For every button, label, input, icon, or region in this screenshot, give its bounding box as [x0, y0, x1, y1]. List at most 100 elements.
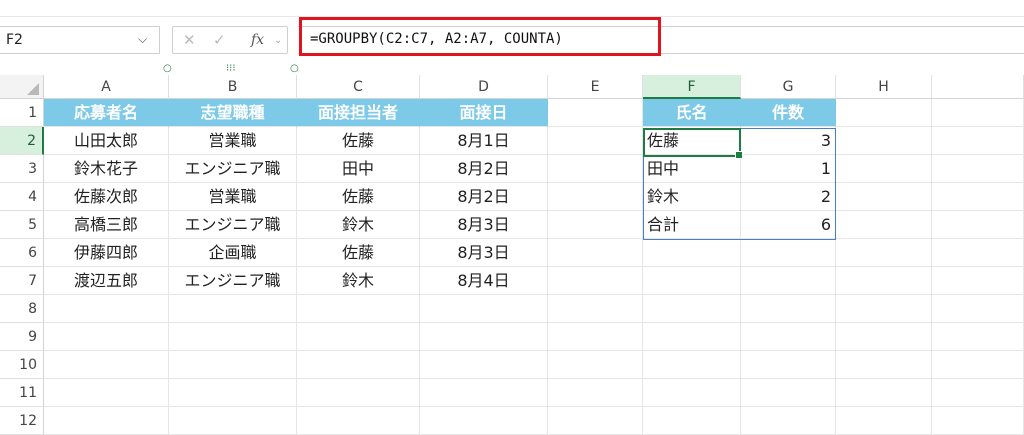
table-cell[interactable]: 企画職 — [169, 239, 297, 267]
table-cell[interactable]: 鈴木 — [297, 211, 420, 239]
table-cell[interactable]: 8月4日 — [420, 267, 548, 295]
cell[interactable] — [297, 351, 420, 379]
result-header-g[interactable]: 件数 — [741, 99, 836, 127]
cell[interactable] — [932, 183, 1024, 211]
table-cell[interactable]: 8月1日 — [420, 127, 548, 155]
result-count-cell[interactable]: 3 — [741, 127, 836, 155]
result-name-cell[interactable]: 鈴木 — [643, 183, 741, 211]
cell[interactable] — [741, 407, 836, 435]
cell[interactable] — [44, 351, 169, 379]
row-header-9[interactable]: 9 — [0, 323, 44, 351]
table-cell[interactable]: 伊藤四郎 — [44, 239, 169, 267]
cell[interactable] — [836, 267, 932, 295]
insert-function-icon[interactable]: fx — [251, 32, 264, 48]
resize-handle-grip-icon[interactable]: ⁝⁝⁝ — [226, 63, 236, 74]
cell[interactable] — [169, 379, 297, 407]
result-count-cell[interactable]: 6 — [741, 211, 836, 239]
table-header-d[interactable]: 面接日 — [420, 99, 548, 127]
cell[interactable] — [932, 323, 1024, 351]
cell[interactable] — [420, 407, 548, 435]
table-cell[interactable]: 高橋三郎 — [44, 211, 169, 239]
column-header-e[interactable]: E — [548, 75, 643, 99]
cell[interactable] — [643, 379, 741, 407]
row-header-7[interactable]: 7 — [0, 267, 44, 295]
cell[interactable] — [836, 183, 932, 211]
table-cell[interactable]: 8月3日 — [420, 211, 548, 239]
table-cell[interactable]: 営業職 — [169, 127, 297, 155]
table-cell[interactable]: 渡辺五郎 — [44, 267, 169, 295]
cell[interactable] — [297, 407, 420, 435]
cell[interactable] — [44, 379, 169, 407]
result-name-cell[interactable]: 佐藤 — [643, 127, 741, 155]
table-cell[interactable]: 山田太郎 — [44, 127, 169, 155]
cell[interactable] — [548, 155, 643, 183]
row-header-8[interactable]: 8 — [0, 295, 44, 323]
cell[interactable] — [741, 239, 836, 267]
cell[interactable] — [548, 127, 643, 155]
cell[interactable] — [548, 323, 643, 351]
cell[interactable] — [548, 211, 643, 239]
cell[interactable] — [548, 183, 643, 211]
cell[interactable] — [548, 239, 643, 267]
result-count-cell[interactable]: 2 — [741, 183, 836, 211]
cell[interactable] — [169, 351, 297, 379]
row-header-11[interactable]: 11 — [0, 379, 44, 407]
resize-handle-left-icon[interactable]: ○ — [163, 63, 172, 74]
cell[interactable] — [297, 323, 420, 351]
row-header-12[interactable]: 12 — [0, 407, 44, 435]
resize-handle-right-icon[interactable]: ○ — [290, 63, 299, 74]
column-header-h[interactable]: H — [836, 75, 932, 99]
cell[interactable] — [932, 351, 1024, 379]
cell[interactable] — [420, 351, 548, 379]
table-cell[interactable]: 8月3日 — [420, 239, 548, 267]
column-header-d[interactable]: D — [420, 75, 548, 99]
table-cell[interactable]: 営業職 — [169, 183, 297, 211]
table-header-b[interactable]: 志望職種 — [169, 99, 297, 127]
column-header-a[interactable]: A — [44, 75, 169, 99]
cell[interactable] — [297, 379, 420, 407]
cell[interactable] — [643, 407, 741, 435]
table-cell[interactable]: 8月2日 — [420, 183, 548, 211]
cell[interactable] — [836, 239, 932, 267]
cell[interactable] — [836, 295, 932, 323]
cell[interactable] — [643, 323, 741, 351]
cell[interactable] — [643, 295, 741, 323]
table-cell[interactable]: エンジニア職 — [169, 267, 297, 295]
table-cell[interactable]: 佐藤 — [297, 127, 420, 155]
cell[interactable] — [836, 379, 932, 407]
row-header-10[interactable]: 10 — [0, 351, 44, 379]
cell[interactable] — [836, 407, 932, 435]
cell[interactable] — [932, 267, 1024, 295]
table-cell[interactable]: 田中 — [297, 155, 420, 183]
cancel-icon[interactable]: ✕ — [183, 31, 196, 49]
cell[interactable] — [44, 295, 169, 323]
cell[interactable] — [932, 99, 1024, 127]
cell[interactable] — [548, 295, 643, 323]
expand-icon[interactable]: ⌄ — [274, 35, 282, 46]
cell[interactable] — [420, 323, 548, 351]
result-header-f[interactable]: 氏名 — [643, 99, 741, 127]
table-header-a[interactable]: 応募者名 — [44, 99, 169, 127]
row-header-5[interactable]: 5 — [0, 211, 44, 239]
column-header-c[interactable]: C — [297, 75, 420, 99]
column-header-g[interactable]: G — [741, 75, 836, 99]
result-name-cell[interactable]: 田中 — [643, 155, 741, 183]
cell[interactable] — [44, 407, 169, 435]
cell[interactable] — [836, 351, 932, 379]
cell[interactable] — [548, 351, 643, 379]
cell[interactable] — [932, 211, 1024, 239]
table-cell[interactable]: 佐藤 — [297, 183, 420, 211]
table-cell[interactable]: 鈴木花子 — [44, 155, 169, 183]
select-all-corner[interactable] — [0, 75, 44, 99]
cell[interactable] — [932, 155, 1024, 183]
cell[interactable] — [836, 211, 932, 239]
name-box[interactable]: F2 ⌵ — [0, 26, 160, 54]
table-cell[interactable]: 鈴木 — [297, 267, 420, 295]
cell[interactable] — [643, 351, 741, 379]
row-header-1[interactable]: 1 — [0, 99, 44, 127]
table-cell[interactable]: 佐藤 — [297, 239, 420, 267]
table-cell[interactable]: 佐藤次郎 — [44, 183, 169, 211]
cell[interactable] — [169, 295, 297, 323]
cell[interactable] — [548, 407, 643, 435]
cell[interactable] — [836, 99, 932, 127]
